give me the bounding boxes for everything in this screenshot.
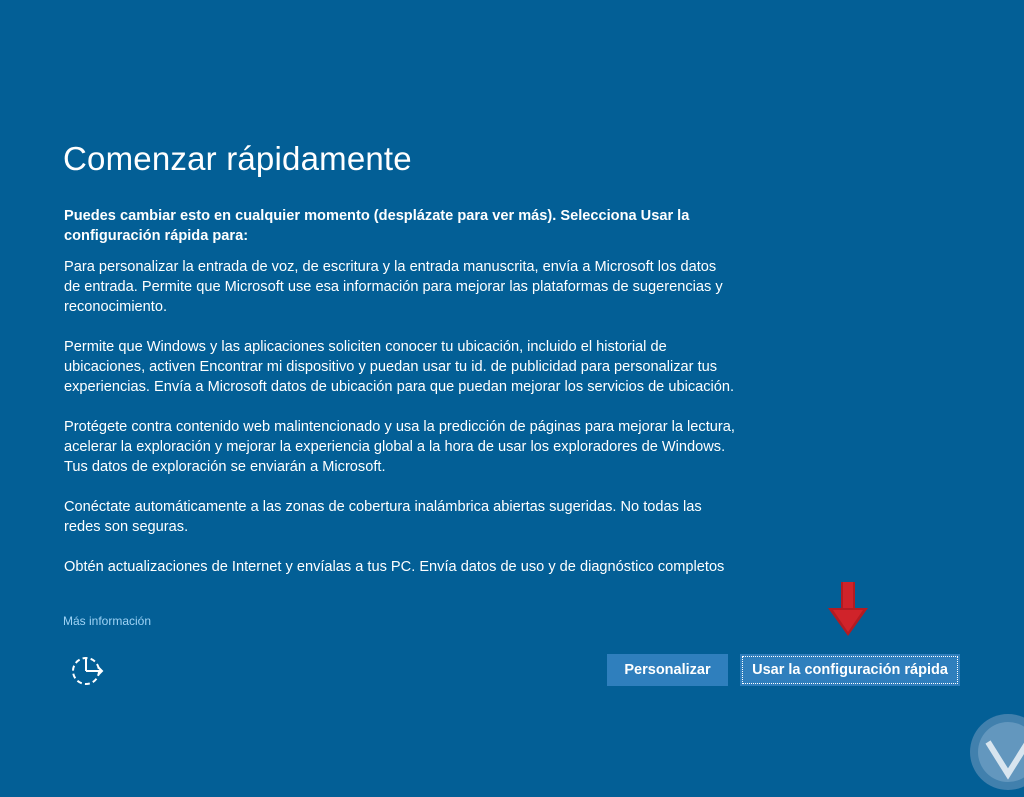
paragraph-speech-input: Para personalizar la entrada de voz, de … <box>64 259 723 315</box>
paragraph-web-protection: Protégete contra contenido web malintenc… <box>64 419 735 475</box>
settings-description-scroll-area[interactable]: Puedes cambiar esto en cualquier momento… <box>64 206 736 591</box>
watermark-logo <box>968 712 1024 792</box>
more-info-link[interactable]: Más información <box>63 614 151 628</box>
red-arrow-down-icon <box>826 580 870 640</box>
customize-button[interactable]: Personalizar <box>607 654 728 686</box>
paragraph-updates-diagnostics: Obtén actualizaciones de Internet y enví… <box>64 559 725 575</box>
paragraph-location: Permite que Windows y las aplicaciones s… <box>64 339 735 395</box>
ease-of-access-icon[interactable] <box>70 655 106 687</box>
use-express-settings-button[interactable]: Usar la configuración rápida <box>740 654 960 686</box>
intro-text: Puedes cambiar esto en cualquier momento… <box>64 208 690 244</box>
paragraph-wifi-hotspots: Conéctate automáticamente a las zonas de… <box>64 499 702 535</box>
page-title: Comenzar rápidamente <box>63 140 412 177</box>
